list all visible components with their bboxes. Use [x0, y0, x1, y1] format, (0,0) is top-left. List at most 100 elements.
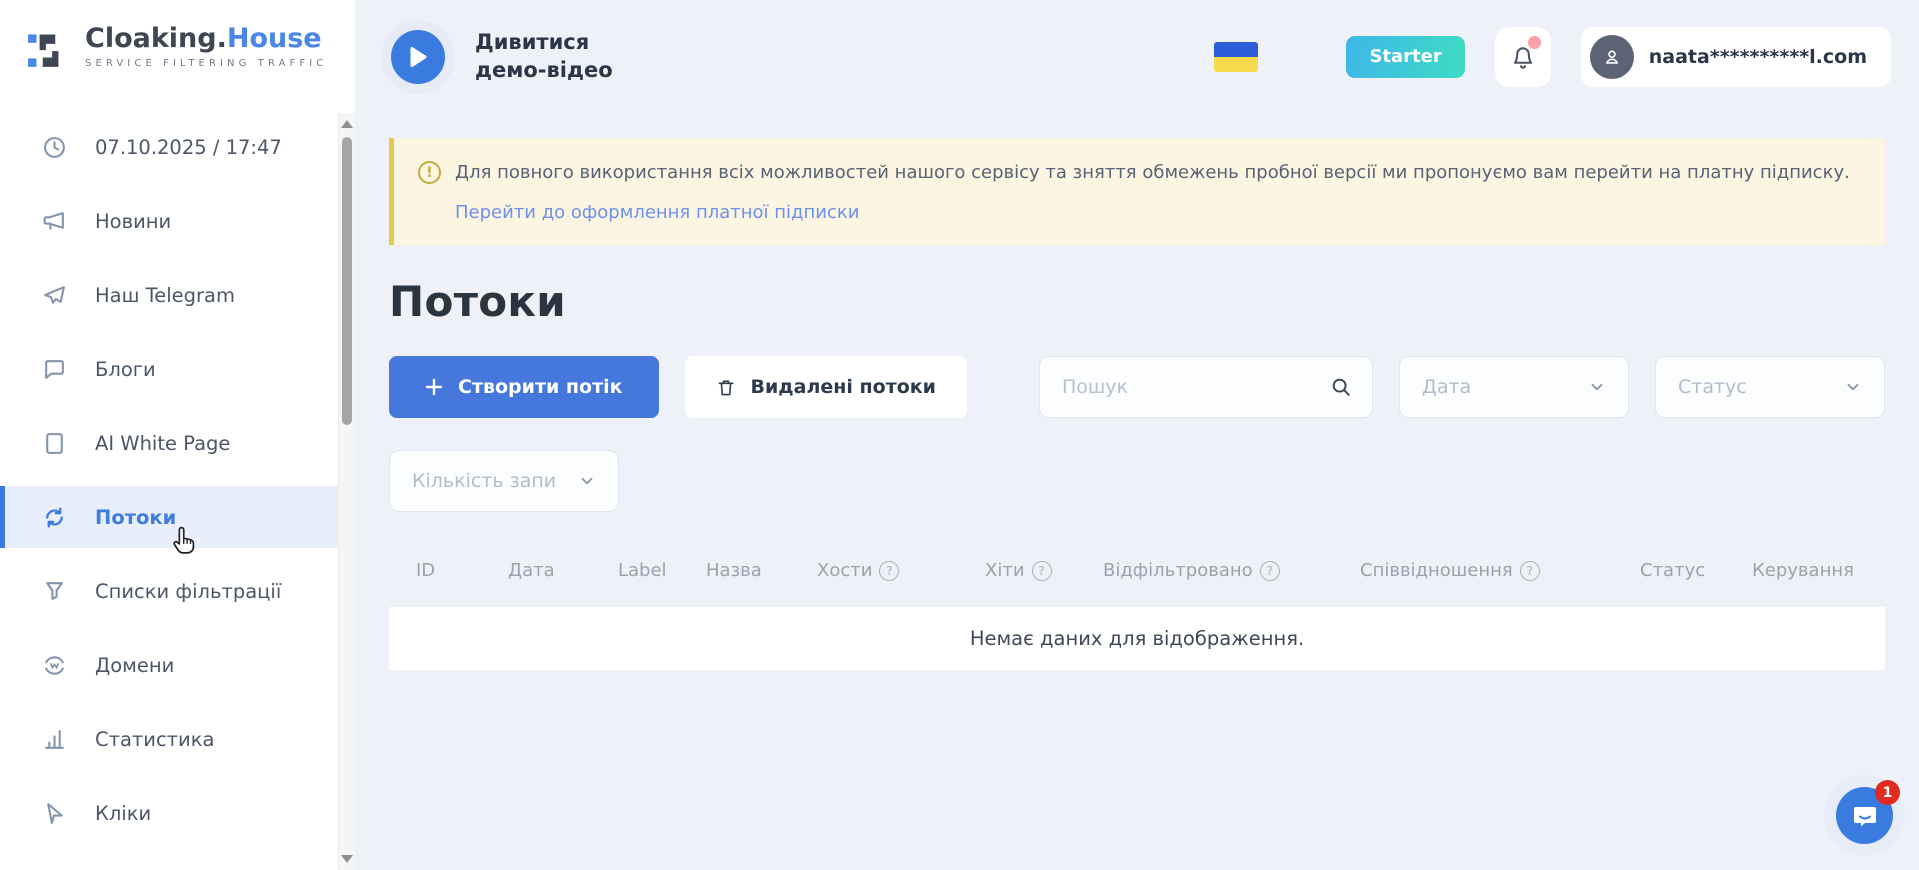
content: Для повного використання всіх можливосте…: [355, 113, 1919, 670]
column-header-actions: Керування: [1752, 560, 1882, 581]
sidebar-item-label: Новини: [95, 210, 171, 233]
sidebar-item-flows[interactable]: Потоки: [0, 486, 338, 548]
notification-dot: [1528, 36, 1541, 49]
column-header-hosts: Хости: [817, 560, 985, 581]
deleted-flows-label: Видалені потоки: [751, 376, 936, 398]
help-icon[interactable]: [879, 561, 899, 581]
upgrade-subscription-link[interactable]: Перейти до оформлення платної підписки: [455, 202, 859, 223]
scroll-up-arrow-icon[interactable]: [341, 120, 353, 128]
brand-tagline: SERVICE FILTERING TRAFFIC: [85, 58, 327, 69]
sidebar: Cloaking.House SERVICE FILTERING TRAFFIC…: [0, 0, 355, 870]
sidebar-item-label: Потоки: [95, 506, 176, 529]
brand-name-primary: Cloaking.: [85, 23, 227, 54]
chat-bubble-icon: [42, 357, 67, 382]
scrollbar-thumb[interactable]: [342, 137, 352, 425]
funnel-icon: [42, 579, 67, 604]
deleted-flows-button[interactable]: Видалені потоки: [685, 356, 967, 418]
column-label: Label: [618, 560, 667, 581]
warning-icon: [418, 161, 441, 184]
date-filter-label: Дата: [1422, 376, 1471, 398]
help-icon[interactable]: [1520, 561, 1540, 581]
person-icon: [1601, 46, 1623, 68]
column-label: Співвідношення: [1360, 560, 1513, 581]
domain-icon: [42, 653, 67, 678]
document-icon: [42, 431, 67, 456]
sidebar-item-label: Блоги: [95, 358, 156, 381]
clock-icon: [42, 135, 67, 160]
column-label: Статус: [1640, 560, 1705, 581]
sidebar-item-label: AI White Page: [95, 432, 230, 455]
sidebar-item-ai-white-page[interactable]: AI White Page: [0, 412, 338, 474]
plan-badge[interactable]: Starter: [1346, 36, 1464, 78]
play-demo-button[interactable]: [391, 30, 445, 84]
logo-text: Cloaking.House SERVICE FILTERING TRAFFIC: [85, 25, 327, 68]
sidebar-scrollbar[interactable]: [338, 113, 355, 870]
user-email: naata**********l.com: [1649, 46, 1867, 68]
date-filter-dropdown[interactable]: Дата: [1399, 356, 1629, 418]
column-label: Хости: [817, 560, 872, 581]
chevron-down-icon: [578, 472, 596, 490]
sidebar-nav: 07.10.2025 / 17:47 Новини Наш Telegram Б…: [0, 116, 338, 856]
logo-icon: [26, 24, 72, 70]
megaphone-icon: [42, 209, 67, 234]
main-area: Дивитися демо-відео Starter naata*******…: [355, 0, 1919, 670]
chat-smile-icon: [1850, 801, 1880, 831]
table-header-row: ID Дата Label Назва Хости Хіти Відфільтр…: [389, 560, 1885, 581]
banner-text: Для повного використання всіх можливосте…: [455, 159, 1850, 186]
column-label: Назва: [706, 560, 762, 581]
telegram-icon: [42, 283, 67, 308]
help-icon[interactable]: [1260, 561, 1280, 581]
per-page-row: Кількість запи: [389, 450, 1885, 512]
chevron-down-icon: [1844, 378, 1862, 396]
status-filter-dropdown[interactable]: Статус: [1655, 356, 1885, 418]
trial-warning-banner: Для повного використання всіх можливосте…: [389, 138, 1885, 245]
column-header-filtered: Відфільтровано: [1103, 560, 1360, 581]
column-header-date: Дата: [508, 560, 618, 581]
help-icon[interactable]: [1032, 561, 1052, 581]
play-icon: [408, 46, 428, 68]
column-header-label: Label: [618, 560, 706, 581]
column-label: Керування: [1752, 560, 1854, 581]
column-header-name: Назва: [706, 560, 817, 581]
brand-name-secondary: House: [227, 23, 322, 54]
sidebar-item-label: Наш Telegram: [95, 284, 235, 307]
column-header-hits: Хіти: [985, 560, 1103, 581]
status-filter-label: Статус: [1678, 376, 1747, 398]
chat-unread-badge: 1: [1875, 780, 1900, 805]
notifications-button[interactable]: [1495, 27, 1551, 87]
search-icon[interactable]: [1330, 376, 1352, 398]
demo-video-label[interactable]: Дивитися демо-відео: [475, 29, 630, 84]
sidebar-item-label: Домени: [95, 654, 174, 677]
user-account-button[interactable]: naata**********l.com: [1581, 27, 1891, 87]
avatar: [1590, 35, 1634, 79]
sidebar-item-telegram[interactable]: Наш Telegram: [0, 264, 338, 326]
chat-widget-button[interactable]: 1: [1836, 787, 1893, 844]
search-input[interactable]: [1062, 376, 1330, 398]
language-flag-ukraine[interactable]: [1214, 42, 1258, 72]
topbar: Дивитися демо-відео Starter naata*******…: [355, 0, 1919, 113]
sidebar-item-domains[interactable]: Домени: [0, 634, 338, 696]
topbar-right: Starter naata**********l.com: [1214, 27, 1891, 87]
create-flow-button[interactable]: Створити потік: [389, 356, 659, 418]
sidebar-item-clicks[interactable]: Кліки: [0, 782, 338, 844]
sidebar-item-blogs[interactable]: Блоги: [0, 338, 338, 400]
trash-icon: [716, 377, 736, 398]
per-page-dropdown[interactable]: Кількість запи: [389, 450, 619, 512]
column-label: ID: [416, 560, 435, 581]
column-header-ratio: Співвідношення: [1360, 560, 1640, 581]
page-title: Потоки: [389, 277, 1885, 326]
sidebar-item-news[interactable]: Новини: [0, 190, 338, 252]
brand-name: Cloaking.House: [85, 25, 327, 53]
column-header-status: Статус: [1640, 560, 1752, 581]
sidebar-item-datetime: 07.10.2025 / 17:47: [0, 116, 338, 178]
sidebar-item-label: Статистика: [95, 728, 214, 751]
sidebar-item-filter-lists[interactable]: Списки фільтрації: [0, 560, 338, 622]
table-empty-state: Немає даних для відображення.: [389, 607, 1885, 670]
sidebar-item-label: Списки фільтрації: [95, 580, 281, 603]
plus-icon: [425, 378, 443, 396]
scroll-down-arrow-icon[interactable]: [341, 855, 353, 863]
sidebar-item-statistics[interactable]: Статистика: [0, 708, 338, 770]
empty-state-text: Немає даних для відображення.: [970, 627, 1304, 650]
column-label: Хіти: [985, 560, 1025, 581]
brand-logo[interactable]: Cloaking.House SERVICE FILTERING TRAFFIC: [0, 0, 355, 70]
